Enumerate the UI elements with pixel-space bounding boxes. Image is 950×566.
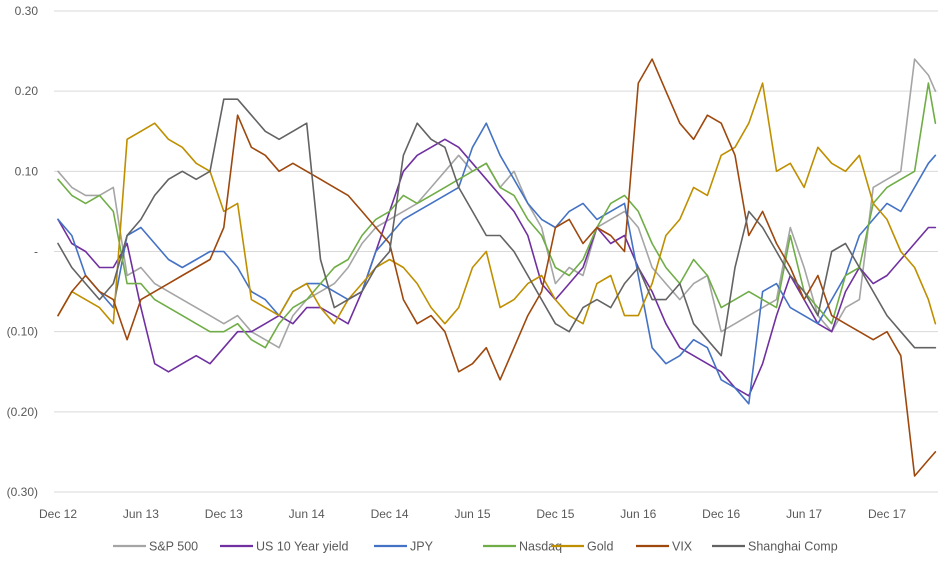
x-tick-label: Jun 17 xyxy=(786,507,822,521)
x-tick-label: Dec 14 xyxy=(371,507,409,521)
y-tick-label: 0.20 xyxy=(15,84,39,98)
y-tick-label: (0.10) xyxy=(7,325,38,339)
legend-label: Gold xyxy=(587,540,613,554)
y-axis-ticks: 0.30 0.20 0.10 - (0.10) (0.20) (0.30) xyxy=(7,4,39,499)
legend-label: US 10 Year yield xyxy=(256,540,348,554)
legend-item: VIX xyxy=(636,540,693,554)
legend-item: JPY xyxy=(374,540,434,554)
x-tick-label: Dec 17 xyxy=(868,507,906,521)
x-tick-label: Dec 15 xyxy=(536,507,574,521)
x-tick-label: Jun 16 xyxy=(620,507,656,521)
series-lines xyxy=(57,58,937,477)
y-tick-label: 0.10 xyxy=(15,164,39,178)
legend-item: US 10 Year yield xyxy=(220,540,348,554)
x-tick-label: Dec 13 xyxy=(205,507,243,521)
gridlines xyxy=(54,10,938,493)
legend-label: Shanghai Comp xyxy=(748,540,838,554)
x-tick-label: Jun 15 xyxy=(454,507,490,521)
legend-item: S&P 500 xyxy=(113,540,198,554)
y-tick-label: - xyxy=(34,245,38,259)
y-tick-label: (0.30) xyxy=(7,485,38,499)
legend-label: VIX xyxy=(672,540,693,554)
series-line-shanghai-comp xyxy=(57,98,937,357)
x-tick-label: Dec 16 xyxy=(702,507,740,521)
x-axis-ticks: Dec 12 Jun 13 Dec 13 Jun 14 Dec 14 Jun 15 Dec … xyxy=(39,507,906,521)
series-line-jpy xyxy=(57,122,937,405)
series-line-s-p-500 xyxy=(57,58,937,349)
legend: S&P 500 US 10 Year yield JPY Nasdaq Gold VIX S… xyxy=(113,540,838,554)
series-line-nasdaq xyxy=(57,82,937,349)
legend-item: Nasdaq xyxy=(483,540,562,554)
legend-label: S&P 500 xyxy=(149,540,198,554)
x-tick-label: Jun 13 xyxy=(123,507,159,521)
line-chart: 0.30 0.20 0.10 - (0.10) (0.20) (0.30) Dec 12 Ju… xyxy=(7,4,938,554)
legend-item: Shanghai Comp xyxy=(712,540,838,554)
y-tick-label: 0.30 xyxy=(15,4,39,18)
legend-label: JPY xyxy=(410,540,434,554)
y-tick-label: (0.20) xyxy=(7,405,38,419)
x-tick-label: Dec 12 xyxy=(39,507,77,521)
x-tick-label: Jun 14 xyxy=(289,507,325,521)
